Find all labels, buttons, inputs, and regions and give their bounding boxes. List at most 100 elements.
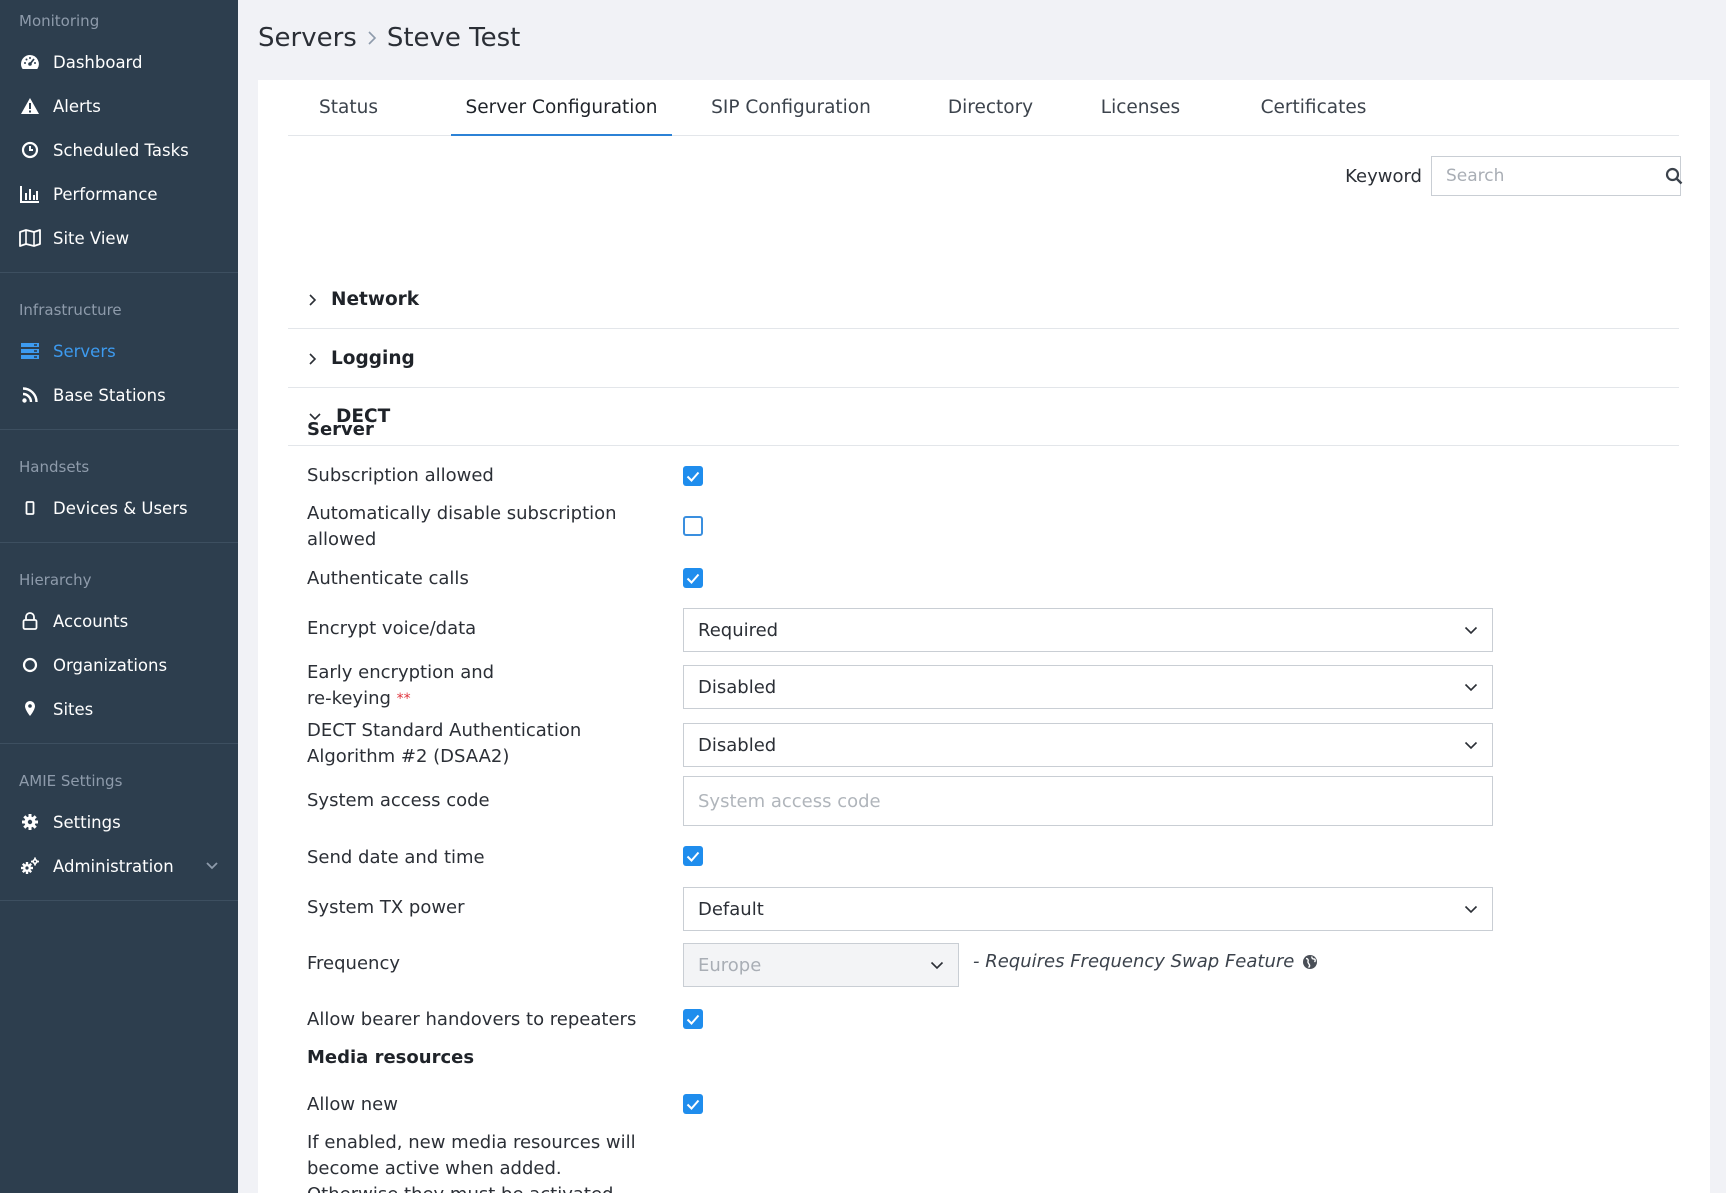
encrypt-voice-label: Encrypt voice/data <box>307 618 477 639</box>
select-value: Disabled <box>698 734 777 756</box>
auto-disable-subscription-checkbox[interactable] <box>683 516 703 536</box>
bar-chart-icon <box>19 183 41 205</box>
map-pin-icon <box>19 698 41 720</box>
dashboard-icon <box>19 51 41 73</box>
required-marker: ** <box>396 691 411 707</box>
system-tx-power-label: System TX power <box>307 897 465 918</box>
auto-disable-subscription-label: Automatically disable subscription allow… <box>307 503 617 550</box>
early-encryption-label: Early encryption and re-keying ** <box>307 660 637 712</box>
warning-icon <box>19 95 41 117</box>
map-icon <box>19 227 41 249</box>
sidebar-item-administration[interactable]: Administration <box>0 844 238 888</box>
tab-server-configuration[interactable]: Server Configuration <box>451 80 672 136</box>
sidebar-item-scheduled-tasks[interactable]: Scheduled Tasks <box>0 128 238 172</box>
media-resources-subheading: Media resources <box>307 1047 475 1068</box>
accordion-network[interactable]: Network <box>288 271 1679 329</box>
chevron-right-icon <box>308 293 317 307</box>
allow-new-checkbox[interactable] <box>683 1094 703 1114</box>
bearer-handovers-checkbox[interactable] <box>683 1009 703 1029</box>
sidebar-section-handsets: Handsets Devices & Users <box>0 430 238 543</box>
sidebar-section-infrastructure: Infrastructure Servers Base Stations <box>0 273 238 430</box>
sidebar-section-hierarchy: Hierarchy Accounts Organizations Sites <box>0 543 238 744</box>
dsaa2-select[interactable]: Disabled <box>683 723 1493 767</box>
select-value: Required <box>698 619 779 641</box>
sidebar: Monitoring Dashboard Alerts Scheduled Ta… <box>0 0 238 1193</box>
sidebar-item-sites[interactable]: Sites <box>0 687 238 731</box>
keyword-label: Keyword <box>1345 165 1422 187</box>
system-access-code-input[interactable] <box>683 776 1493 826</box>
tab-sip-configuration[interactable]: SIP Configuration <box>698 80 884 136</box>
sidebar-item-base-stations[interactable]: Base Stations <box>0 373 238 417</box>
sidebar-heading: AMIE Settings <box>19 772 123 790</box>
frequency-note-text: - Requires Frequency Swap Feature <box>973 951 1295 972</box>
breadcrumb-current: Steve Test <box>386 23 521 53</box>
chevron-right-icon <box>308 352 317 366</box>
early-encryption-label-line1: Early encryption and <box>307 662 495 683</box>
sidebar-item-servers[interactable]: Servers <box>0 329 238 373</box>
send-date-time-label: Send date and time <box>307 847 485 868</box>
search-icon[interactable] <box>1665 167 1683 185</box>
sidebar-item-devices-users[interactable]: Devices & Users <box>0 486 238 530</box>
early-encryption-select[interactable]: Disabled <box>683 665 1493 709</box>
tab-bar: Status Server Configuration SIP Configur… <box>288 80 1679 136</box>
allow-new-label: Allow new <box>307 1094 398 1115</box>
gear-icon <box>19 811 41 833</box>
check-icon <box>686 573 700 584</box>
select-value: Disabled <box>698 676 777 698</box>
tab-certificates[interactable]: Certificates <box>1246 80 1381 136</box>
chevron-down-icon <box>1464 741 1478 749</box>
tab-directory[interactable]: Directory <box>928 80 1053 136</box>
accordion-label: Network <box>331 289 420 310</box>
bearer-handovers-label: Allow bearer handovers to repeaters <box>307 1009 637 1030</box>
authenticate-calls-checkbox[interactable] <box>683 568 703 588</box>
subscription-allowed-label: Subscription allowed <box>307 465 494 486</box>
rss-icon <box>19 384 41 406</box>
system-tx-power-select[interactable]: Default <box>683 887 1493 931</box>
send-date-time-checkbox[interactable] <box>683 846 703 866</box>
sidebar-item-performance[interactable]: Performance <box>0 172 238 216</box>
search-box <box>1431 156 1683 196</box>
accordion-dect[interactable]: DECT <box>288 388 1679 446</box>
chevron-down-icon <box>1464 626 1478 634</box>
subscription-allowed-checkbox[interactable] <box>683 466 703 486</box>
sidebar-item-settings[interactable]: Settings <box>0 800 238 844</box>
sidebar-item-label: Sites <box>53 699 94 719</box>
breadcrumb: Servers Steve Test <box>258 20 520 56</box>
check-icon <box>686 1099 700 1110</box>
accordion-logging[interactable]: Logging <box>288 330 1679 388</box>
sidebar-item-site-view[interactable]: Site View <box>0 216 238 260</box>
chevron-down-icon <box>1464 905 1478 913</box>
check-icon <box>686 1014 700 1025</box>
chevron-right-icon <box>367 30 377 46</box>
sidebar-section-amie-settings: AMIE Settings Settings Administration <box>0 744 238 901</box>
globe-icon[interactable] <box>1302 954 1318 970</box>
dsaa2-label: DECT Standard Authentication Algorithm #… <box>307 720 582 767</box>
sidebar-heading: Hierarchy <box>19 571 92 589</box>
chevron-down-icon[interactable] <box>206 862 218 870</box>
circle-icon <box>19 654 41 676</box>
sidebar-item-alerts[interactable]: Alerts <box>0 84 238 128</box>
breadcrumb-parent-link[interactable]: Servers <box>258 23 357 53</box>
sidebar-heading: Monitoring <box>19 12 100 30</box>
server-icon <box>19 340 41 362</box>
sidebar-item-label: Site View <box>53 228 130 248</box>
frequency-label: Frequency <box>307 953 400 974</box>
sidebar-item-label: Servers <box>53 341 116 361</box>
sidebar-item-dashboard[interactable]: Dashboard <box>0 40 238 84</box>
sidebar-item-label: Alerts <box>53 96 101 116</box>
tab-status[interactable]: Status <box>306 80 391 136</box>
lock-icon <box>19 610 41 632</box>
tab-licenses[interactable]: Licenses <box>1088 80 1193 136</box>
server-subheading: Server <box>307 419 374 440</box>
sidebar-item-accounts[interactable]: Accounts <box>0 599 238 643</box>
gears-icon <box>19 855 41 877</box>
sidebar-item-organizations[interactable]: Organizations <box>0 643 238 687</box>
sidebar-item-label: Performance <box>53 184 158 204</box>
encrypt-voice-select[interactable]: Required <box>683 608 1493 652</box>
chevron-down-icon <box>930 961 944 969</box>
authenticate-calls-label: Authenticate calls <box>307 568 469 589</box>
keyword-search-row: Keyword <box>1345 156 1683 196</box>
select-value: Default <box>698 898 764 920</box>
search-input[interactable] <box>1446 166 1665 186</box>
accordion-label: Logging <box>331 348 415 369</box>
